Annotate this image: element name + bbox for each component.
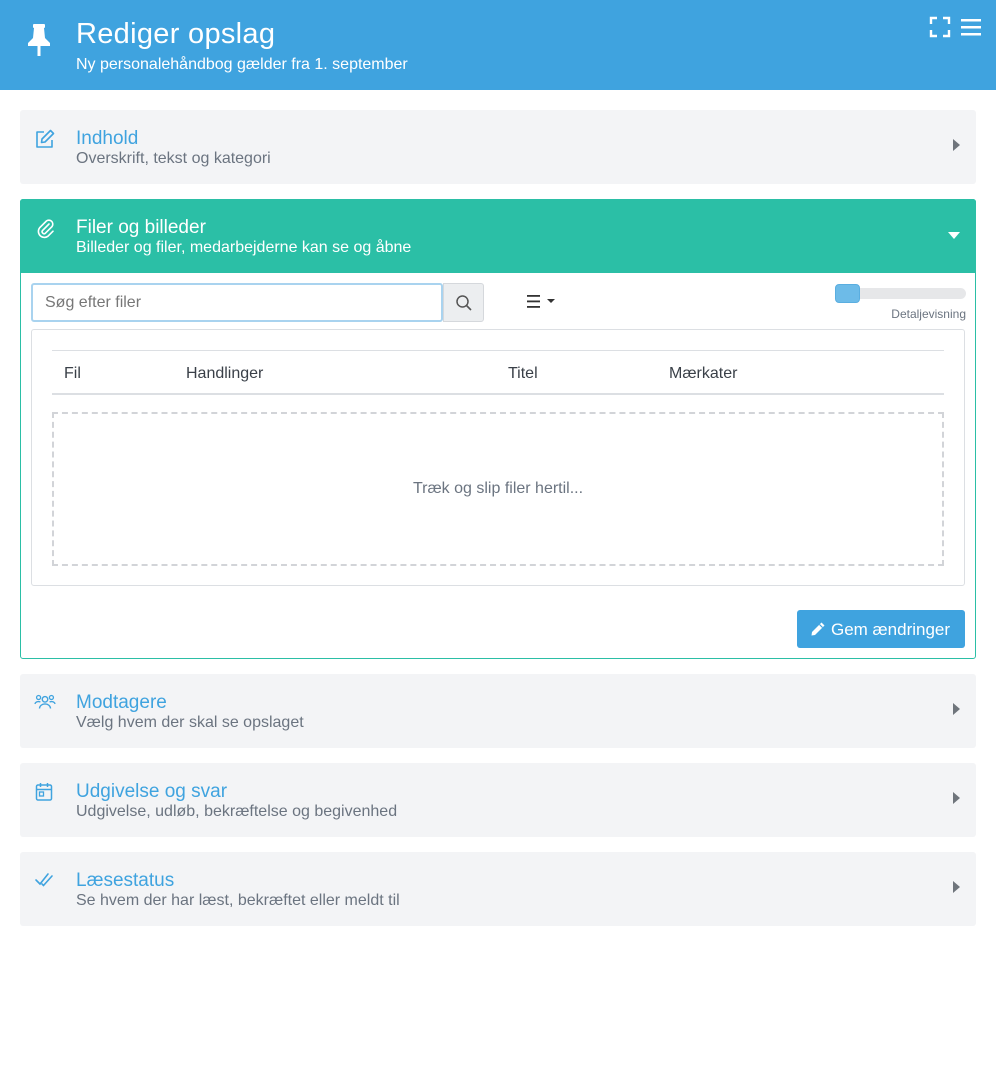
panel-subtitle: Billeder og filer, medarbejderne kan se … [76,239,412,256]
page-header: Rediger opslag Ny personalehåndbog gælde… [0,0,996,90]
panel-title: Filer og billeder [76,217,206,238]
caret-right-icon [953,881,960,893]
panel-subtitle: Udgivelse, udløb, bekræftelse og begiven… [76,803,398,820]
page-title: Rediger opslag [76,18,276,50]
fullscreen-icon[interactable] [929,16,951,38]
check-double-icon [35,873,53,887]
panel-title: Læsestatus [76,870,175,891]
panel-subtitle: Overskrift, tekst og kategori [76,150,271,167]
detail-view-toggle[interactable] [835,284,966,303]
pencil-icon [811,622,825,636]
caret-down-icon [948,232,960,239]
column-header-file[interactable]: Fil [64,365,81,383]
panel-title: Udgivelse og svar [76,781,228,802]
panel-title: Modtagere [76,692,167,713]
dropzone-text: Træk og slip filer hertil... [412,480,584,497]
users-icon [34,694,56,709]
panel-files: Filer og billeder Billeder og filer, med… [20,199,976,659]
panel-files-header[interactable]: Filer og billeder Billeder og filer, med… [20,199,976,273]
column-header-title[interactable]: Titel [508,365,538,383]
edit-icon [36,129,55,148]
detail-view-label: Detaljevisning [891,307,966,321]
column-header-actions[interactable]: Handlinger [186,365,263,383]
save-changes-button[interactable]: Gem ændringer [797,610,965,648]
paperclip-icon [37,219,54,239]
file-table-header: Fil Handlinger Titel Mærkater [52,350,944,395]
panel-read-status[interactable]: Læsestatus Se hvem der har læst, bekræft… [20,852,976,926]
file-search-input[interactable] [31,283,443,322]
pin-icon [28,24,50,56]
save-button-label: Gem ændringer [831,620,951,639]
column-header-tags[interactable]: Mærkater [669,365,737,383]
panel-publishing[interactable]: Udgivelse og svar Udgivelse, udløb, bekr… [20,763,976,837]
caret-right-icon [953,139,960,151]
panel-title: Indhold [76,128,139,149]
toggle-knob[interactable] [835,284,860,303]
panel-subtitle: Se hvem der har læst, bekræftet eller me… [76,892,400,909]
file-dropzone[interactable]: Træk og slip filer hertil... [52,412,944,566]
search-button[interactable] [443,283,484,322]
page-subtitle: Ny personalehåndbog gælder fra 1. septem… [76,56,408,73]
list-view-dropdown-icon[interactable] [525,292,559,312]
calendar-icon [35,783,53,801]
file-list: Fil Handlinger Titel Mærkater Træk og sl… [31,329,965,586]
caret-right-icon [953,792,960,804]
panel-recipients[interactable]: Modtagere Vælg hvem der skal se opslaget [20,674,976,748]
caret-right-icon [953,703,960,715]
hamburger-menu-icon[interactable] [960,16,982,38]
panel-content[interactable]: Indhold Overskrift, tekst og kategori [20,110,976,184]
search-icon [456,295,472,311]
panel-subtitle: Vælg hvem der skal se opslaget [76,714,304,731]
